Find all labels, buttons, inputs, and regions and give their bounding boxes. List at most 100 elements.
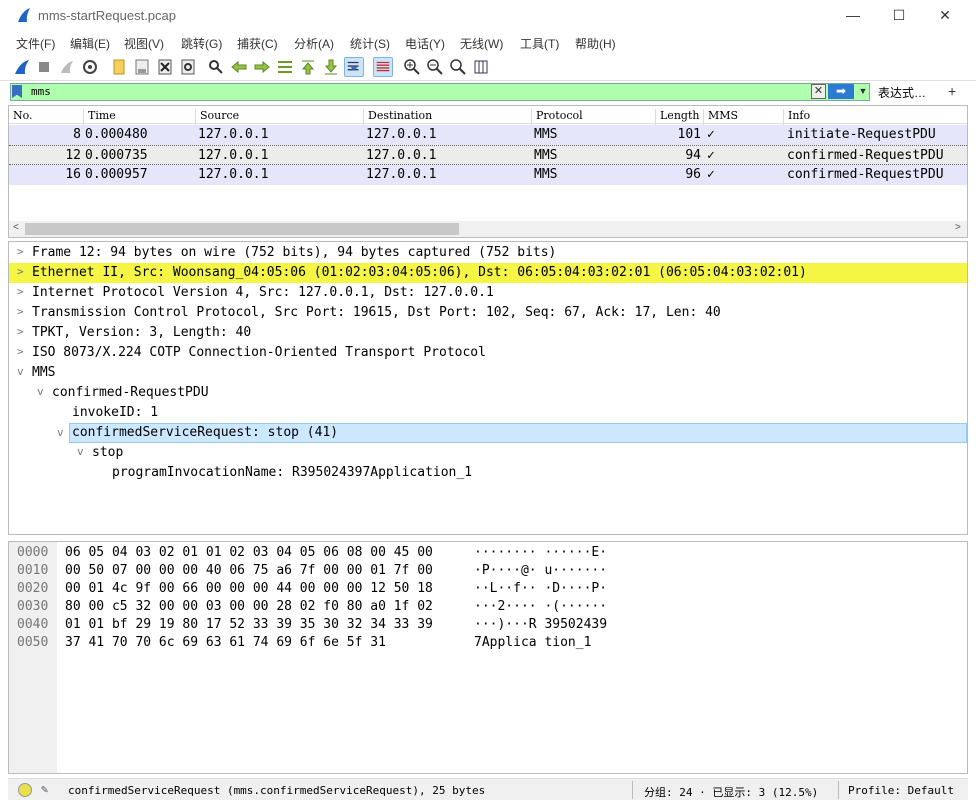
byte-hex[interactable]: 80 00 c5 32 00 00 03 00 00 28 02 f0 80 a…: [65, 599, 433, 614]
clear-filter-button[interactable]: ✕: [811, 84, 826, 99]
restart-capture-icon[interactable]: [57, 57, 77, 77]
byte-ascii[interactable]: ·P····@· u·······: [474, 563, 607, 578]
byte-ascii[interactable]: ···)···R 39502439: [474, 617, 607, 632]
find-packet-icon[interactable]: [206, 57, 226, 77]
expand-twisty-icon[interactable]: >: [17, 325, 24, 338]
zoom-in-icon[interactable]: [402, 57, 422, 77]
close-file-icon[interactable]: [155, 57, 175, 77]
bytes-row[interactable]: 0000 06 05 04 03 02 01 01 02 03 04 05 06…: [9, 543, 967, 561]
tree-item-stop[interactable]: v stop: [9, 443, 967, 463]
packet-bytes-pane[interactable]: 0000 06 05 04 03 02 01 01 02 03 04 05 06…: [8, 541, 968, 774]
edit-comment-icon[interactable]: ✎: [41, 782, 48, 796]
menu-capture[interactable]: 捕获(C): [237, 35, 278, 52]
col-destination[interactable]: Destination: [363, 109, 432, 125]
col-mms[interactable]: MMS: [703, 109, 738, 125]
last-packet-icon[interactable]: [321, 57, 341, 77]
menu-analyze[interactable]: 分析(A): [294, 35, 334, 52]
minimize-button[interactable]: —: [830, 3, 876, 27]
first-packet-icon[interactable]: [298, 57, 318, 77]
bytes-row[interactable]: 0030 80 00 c5 32 00 00 03 00 00 28 02 f0…: [9, 597, 967, 615]
go-forward-icon[interactable]: [252, 57, 272, 77]
open-file-icon[interactable]: [109, 57, 129, 77]
tree-item-ipv4[interactable]: > Internet Protocol Version 4, Src: 127.…: [9, 283, 967, 303]
packet-details-tree[interactable]: > Frame 12: 94 bytes on wire (752 bits),…: [8, 241, 968, 535]
collapse-twisty-icon[interactable]: v: [17, 365, 24, 378]
collapse-twisty-icon[interactable]: v: [77, 445, 84, 458]
tree-item-tcp[interactable]: > Transmission Control Protocol, Src Por…: [9, 303, 967, 323]
maximize-button[interactable]: ☐: [876, 3, 922, 27]
tree-item-cotp[interactable]: > ISO 8073/X.224 COTP Connection-Oriente…: [9, 343, 967, 363]
add-filter-button[interactable]: +: [948, 83, 956, 99]
packet-list[interactable]: No. Time Source Destination Protocol Len…: [8, 105, 968, 238]
scroll-right-icon[interactable]: >: [955, 222, 961, 233]
reload-file-icon[interactable]: [178, 57, 198, 77]
tree-item-ethernet[interactable]: > Ethernet II, Src: Woonsang_04:05:06 (0…: [9, 263, 967, 283]
go-to-packet-icon[interactable]: [275, 57, 295, 77]
menu-view[interactable]: 视图(V): [124, 35, 164, 52]
normal-size-icon[interactable]: [448, 57, 468, 77]
expand-twisty-icon[interactable]: >: [17, 285, 24, 298]
col-no[interactable]: No.: [9, 109, 33, 125]
col-length[interactable]: Length: [655, 109, 699, 125]
byte-ascii[interactable]: ···2···· ·(······: [474, 599, 607, 614]
menu-edit[interactable]: 编辑(E): [70, 35, 110, 52]
resize-columns-icon[interactable]: [471, 57, 491, 77]
col-info[interactable]: Info: [783, 109, 810, 125]
bytes-row[interactable]: 0010 00 50 07 00 00 00 40 06 75 a6 7f 00…: [9, 561, 967, 579]
collapse-twisty-icon[interactable]: v: [57, 426, 64, 439]
tree-item-frame[interactable]: > Frame 12: 94 bytes on wire (752 bits),…: [9, 243, 967, 263]
tree-item-confirmed-service-request[interactable]: v confirmedServiceRequest: stop (41): [57, 423, 967, 443]
packet-row[interactable]: 16 0.000957 127.0.0.1 127.0.0.1 MMS 96 ✓…: [9, 165, 967, 185]
menu-file[interactable]: 文件(F): [16, 35, 55, 52]
menu-help[interactable]: 帮助(H): [575, 35, 616, 52]
display-filter-input[interactable]: mms: [10, 83, 870, 101]
bytes-row[interactable]: 0020 00 01 4c 9f 00 66 00 00 00 44 00 00…: [9, 579, 967, 597]
colorize-icon[interactable]: [373, 57, 393, 77]
byte-hex[interactable]: 01 01 bf 29 19 80 17 52 33 39 35 30 32 3…: [65, 617, 433, 632]
menu-go[interactable]: 跳转(G): [181, 35, 222, 52]
scrollbar-thumb[interactable]: [25, 223, 459, 235]
shark-fin-start-icon[interactable]: [12, 57, 32, 77]
col-source[interactable]: Source: [195, 109, 239, 125]
packet-row[interactable]: 8 0.000480 127.0.0.1 127.0.0.1 MMS 101 ✓…: [9, 125, 967, 145]
save-file-icon[interactable]: [132, 57, 152, 77]
expand-twisty-icon[interactable]: >: [17, 265, 24, 278]
bytes-row[interactable]: 0050 37 41 70 70 6c 69 63 61 74 69 6f 6e…: [9, 633, 967, 651]
col-time[interactable]: Time: [83, 109, 116, 125]
byte-hex[interactable]: 06 05 04 03 02 01 01 02 03 04 05 06 08 0…: [65, 545, 433, 560]
expression-button[interactable]: 表达式…: [878, 84, 926, 101]
collapse-twisty-icon[interactable]: v: [37, 385, 44, 398]
byte-hex[interactable]: 00 01 4c 9f 00 66 00 00 00 44 00 00 00 1…: [65, 581, 433, 596]
menu-statistics[interactable]: 统计(S): [350, 35, 390, 52]
menu-tools[interactable]: 工具(T): [520, 35, 559, 52]
expand-twisty-icon[interactable]: >: [17, 345, 24, 358]
byte-hex[interactable]: 00 50 07 00 00 00 40 06 75 a6 7f 00 00 0…: [65, 563, 433, 578]
byte-hex[interactable]: 37 41 70 70 6c 69 63 61 74 69 6f 6e 5f 3…: [65, 635, 386, 650]
close-window-button[interactable]: ✕: [922, 3, 968, 27]
tree-item-mms[interactable]: v MMS: [9, 363, 967, 383]
filter-history-dropdown[interactable]: ▼: [856, 84, 870, 99]
scroll-left-icon[interactable]: <: [13, 222, 19, 233]
menu-telephony[interactable]: 电话(Y): [405, 35, 445, 52]
capture-options-icon[interactable]: [80, 57, 100, 77]
byte-ascii[interactable]: ··L··f·· ·D····P·: [474, 581, 607, 596]
col-protocol[interactable]: Protocol: [531, 109, 583, 125]
go-back-icon[interactable]: [229, 57, 249, 77]
tree-item-tpkt[interactable]: > TPKT, Version: 3, Length: 40: [9, 323, 967, 343]
byte-ascii[interactable]: ········ ······E·: [474, 545, 607, 560]
expand-twisty-icon[interactable]: >: [17, 245, 24, 258]
menu-wireless[interactable]: 无线(W): [460, 35, 503, 52]
byte-ascii[interactable]: 7Applica tion_1: [474, 635, 591, 650]
status-profile[interactable]: Profile: Default: [848, 784, 954, 797]
horizontal-scrollbar[interactable]: < >: [9, 221, 967, 237]
bytes-row[interactable]: 0040 01 01 bf 29 19 80 17 52 33 39 35 30…: [9, 615, 967, 633]
autoscroll-icon[interactable]: [344, 57, 364, 77]
tree-item-invoke-id[interactable]: invokeID: 1: [9, 403, 967, 423]
expert-info-icon[interactable]: [18, 783, 32, 797]
stop-capture-icon[interactable]: [34, 57, 54, 77]
packet-row-selected[interactable]: 12 0.000735 127.0.0.1 127.0.0.1 MMS 94 ✓…: [9, 145, 967, 165]
apply-filter-button[interactable]: ➡: [828, 84, 854, 99]
expand-twisty-icon[interactable]: >: [17, 305, 24, 318]
zoom-out-icon[interactable]: [425, 57, 445, 77]
tree-item-program-invocation-name[interactable]: programInvocationName: R395024397Applica…: [9, 463, 967, 483]
